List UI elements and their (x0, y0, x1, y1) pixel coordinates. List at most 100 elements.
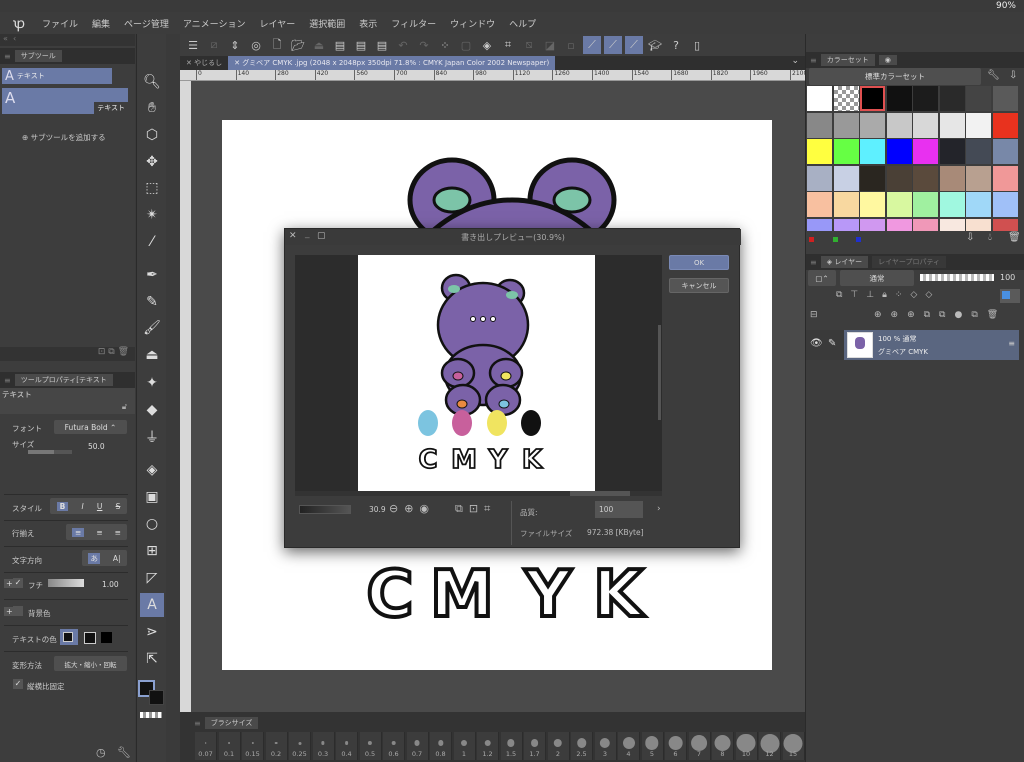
menu-item[interactable]: フィルター (391, 17, 436, 30)
color-swatch[interactable] (860, 218, 885, 231)
color-swatch[interactable] (992, 192, 1018, 217)
color-swatch[interactable] (966, 165, 991, 191)
text-color-main-swatch[interactable] (60, 629, 78, 645)
brush-size-item[interactable]: 1.5 (500, 732, 523, 760)
brush-tool-icon[interactable]: 🖌︎ (140, 316, 164, 340)
align-right-icon[interactable]: ≡ (115, 528, 121, 537)
wrench-icon[interactable]: 🔧︎ (987, 70, 1000, 81)
brush-size-item[interactable]: 15 (782, 732, 805, 760)
color-swatch[interactable] (939, 192, 965, 217)
color-swatch[interactable] (913, 218, 938, 231)
snap-special-ruler-icon[interactable]: ⟋ (604, 36, 622, 54)
brush-size-item[interactable]: 5 (641, 732, 664, 760)
brush-size-item[interactable]: 0.1 (218, 732, 241, 760)
correct-line-tool-icon[interactable]: ⇱ (140, 647, 164, 671)
view-controls[interactable]: ⧉⊡⌗ (455, 502, 496, 516)
brush-size-item[interactable]: 1.2 (477, 732, 499, 760)
clip-studio-icon[interactable]: ◎ (247, 36, 265, 54)
eyedrop-color-icon[interactable]: 💧︎ (988, 232, 992, 243)
quality-input[interactable]: 100 (595, 501, 643, 518)
size-value[interactable]: 50.0 (88, 442, 105, 451)
brush-size-item[interactable]: 12 (759, 732, 781, 760)
brush-size-item[interactable]: 0.5 (359, 732, 382, 760)
vertical-text-icon[interactable]: A| (113, 554, 121, 563)
menu-item[interactable]: ヘルプ (509, 17, 536, 30)
export-png-icon[interactable]: ▤ (352, 36, 370, 54)
horizontal-text-icon[interactable]: あ (88, 552, 100, 564)
blend-tool-icon[interactable]: ⏚ (140, 425, 164, 449)
chevron-right-icon[interactable]: › (657, 504, 661, 514)
layer-mode-select[interactable]: ▢⌃ (808, 270, 836, 286)
color-swatch[interactable] (807, 112, 832, 138)
transform-select[interactable]: 拡大・縮小・回転 (54, 656, 127, 671)
frame-tool-icon[interactable]: ⊞ (140, 539, 164, 563)
open-file-icon[interactable]: 📂︎ (289, 36, 307, 54)
color-swatch[interactable] (886, 112, 912, 138)
zoom-tool-icon[interactable]: 🔍︎ (140, 70, 164, 94)
color-swatch[interactable] (833, 112, 859, 138)
tab-brush-size[interactable]: ブラシサイズ (204, 717, 259, 729)
copy-subtool-icon[interactable]: ⧉ (108, 347, 114, 357)
color-swatch[interactable] (860, 139, 885, 164)
color-swatch[interactable] (886, 192, 912, 217)
deselect-icon[interactable]: ⁘ (436, 36, 454, 54)
selection-tool-icon[interactable]: ⬚ (140, 176, 164, 200)
cancel-button[interactable]: キャンセル (669, 278, 729, 293)
menu-item[interactable]: 編集 (92, 17, 110, 30)
color-swatch[interactable] (913, 165, 938, 191)
tab-layer[interactable]: ◈ レイヤー (820, 256, 869, 268)
sub-color-swatch[interactable] (149, 690, 164, 705)
color-swatch[interactable] (913, 86, 938, 111)
color-swatch[interactable] (860, 112, 885, 138)
chevron-down-icon[interactable]: ⌄ (791, 56, 799, 66)
color-swatch[interactable] (833, 165, 859, 191)
app-logo-icon[interactable]: ꝕ (6, 14, 32, 33)
brush-size-item[interactable]: 0.25 (289, 732, 311, 760)
underline-button[interactable]: U (97, 502, 103, 511)
brush-size-item[interactable]: 0.2 (265, 732, 288, 760)
redo-icon[interactable]: ↷ (415, 36, 433, 54)
menu-icon[interactable]: ☰ (184, 36, 202, 54)
bold-button[interactable]: B (56, 501, 69, 511)
color-swatch[interactable] (913, 192, 938, 217)
export-psd-icon[interactable]: ▤ (373, 36, 391, 54)
color-swatch[interactable] (807, 192, 832, 217)
brush-size-item[interactable]: 1.7 (524, 732, 546, 760)
add-subtool-button[interactable]: ⊕ サブツールを追加する (22, 132, 106, 143)
pen-tool-icon[interactable]: ✒︎ (140, 263, 164, 287)
ruler-tool-icon[interactable]: ◸ (140, 566, 164, 590)
menu-icon[interactable]: ≡ (4, 376, 11, 385)
ok-button[interactable]: OK (669, 255, 729, 270)
color-swatch[interactable] (966, 192, 991, 217)
brush-size-item[interactable]: 0.3 (312, 732, 335, 760)
snap-grid-icon[interactable]: ⟋ (625, 36, 643, 54)
help-icon[interactable]: ? (667, 36, 685, 54)
align-center-icon[interactable]: ≡ (96, 528, 102, 537)
menu-item[interactable]: ファイル (42, 17, 78, 30)
smartphone-icon[interactable]: ▯ (688, 36, 706, 54)
transform-icon[interactable]: ⌗ (499, 36, 517, 54)
color-swatch[interactable] (886, 165, 912, 191)
color-swatch[interactable] (939, 139, 965, 164)
brush-size-item[interactable]: 3 (594, 732, 617, 760)
color-swatch[interactable] (860, 165, 885, 191)
color-swatch[interactable] (992, 112, 1018, 138)
brush-size-item[interactable]: 10 (735, 732, 758, 760)
menu-icon[interactable]: ≡ (194, 719, 201, 728)
edge-slider[interactable] (48, 579, 84, 587)
menu-item[interactable]: 表示 (359, 17, 377, 30)
tab-layer-property[interactable]: レイヤープロパティ (872, 256, 947, 268)
preview-vscrollbar[interactable] (658, 325, 661, 420)
brush-size-item[interactable]: 8 (712, 732, 734, 760)
zoom-slider[interactable] (299, 505, 351, 514)
colorset-select[interactable]: 標準カラーセット (809, 68, 981, 85)
preview-hscrollbar[interactable] (295, 491, 662, 496)
brush-size-item[interactable]: 0.4 (336, 732, 358, 760)
color-swatch[interactable] (913, 139, 938, 164)
eyedropper-icon[interactable]: ⁄ (140, 230, 164, 254)
menu-item[interactable]: ページ管理 (124, 17, 169, 30)
reset-icon[interactable]: ◷ (96, 746, 106, 759)
color-swatch[interactable] (833, 218, 859, 231)
snap-ruler-icon[interactable]: ⟋ (583, 36, 601, 54)
subtool-item-text[interactable]: A テキスト (2, 88, 128, 114)
